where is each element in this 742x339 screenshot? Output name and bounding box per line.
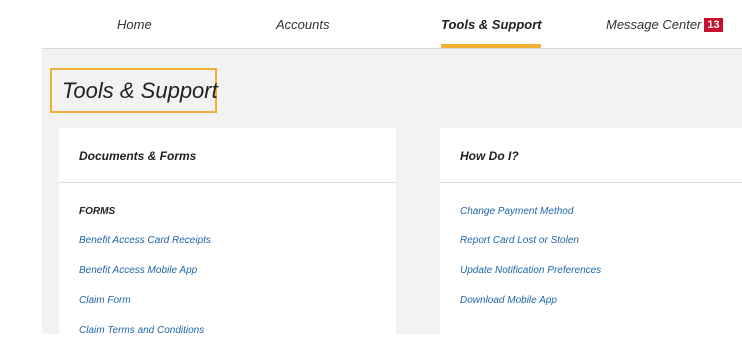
documents-forms-card: Documents & Forms FORMS Benefit Access C… bbox=[59, 128, 396, 336]
nav-accounts[interactable]: Accounts bbox=[276, 17, 329, 37]
link-benefit-access-card-receipts[interactable]: Benefit Access Card Receipts bbox=[79, 235, 211, 249]
link-change-payment-method[interactable]: Change Payment Method bbox=[460, 206, 573, 220]
link-report-card-lost-or-stolen[interactable]: Report Card Lost or Stolen bbox=[460, 235, 579, 249]
nav-message-center-label: Message Center bbox=[606, 17, 702, 32]
top-navigation: Home Accounts Tools & Support Message Ce… bbox=[0, 0, 742, 48]
page-title: Tools & Support bbox=[62, 78, 218, 103]
message-count-badge: 13 bbox=[704, 18, 723, 32]
nav-message-center[interactable]: Message Center 13 bbox=[606, 17, 723, 37]
forms-section-label: FORMS bbox=[79, 206, 116, 217]
page-title-box: Tools & Support bbox=[50, 68, 218, 113]
how-do-i-card: How Do I? Change Payment Method Report C… bbox=[440, 128, 742, 334]
nav-home[interactable]: Home bbox=[117, 17, 152, 37]
link-claim-form[interactable]: Claim Form bbox=[79, 295, 131, 309]
documents-forms-header: Documents & Forms bbox=[59, 128, 396, 183]
how-do-i-title: How Do I? bbox=[460, 149, 519, 163]
link-benefit-access-mobile-app[interactable]: Benefit Access Mobile App bbox=[79, 265, 197, 279]
link-claim-terms-and-conditions[interactable]: Claim Terms and Conditions bbox=[79, 325, 204, 339]
link-download-mobile-app[interactable]: Download Mobile App bbox=[460, 295, 557, 309]
documents-forms-title: Documents & Forms bbox=[79, 149, 197, 163]
link-update-notification-preferences[interactable]: Update Notification Preferences bbox=[460, 265, 601, 279]
how-do-i-header: How Do I? bbox=[440, 128, 742, 183]
nav-tools-support[interactable]: Tools & Support bbox=[441, 17, 542, 37]
